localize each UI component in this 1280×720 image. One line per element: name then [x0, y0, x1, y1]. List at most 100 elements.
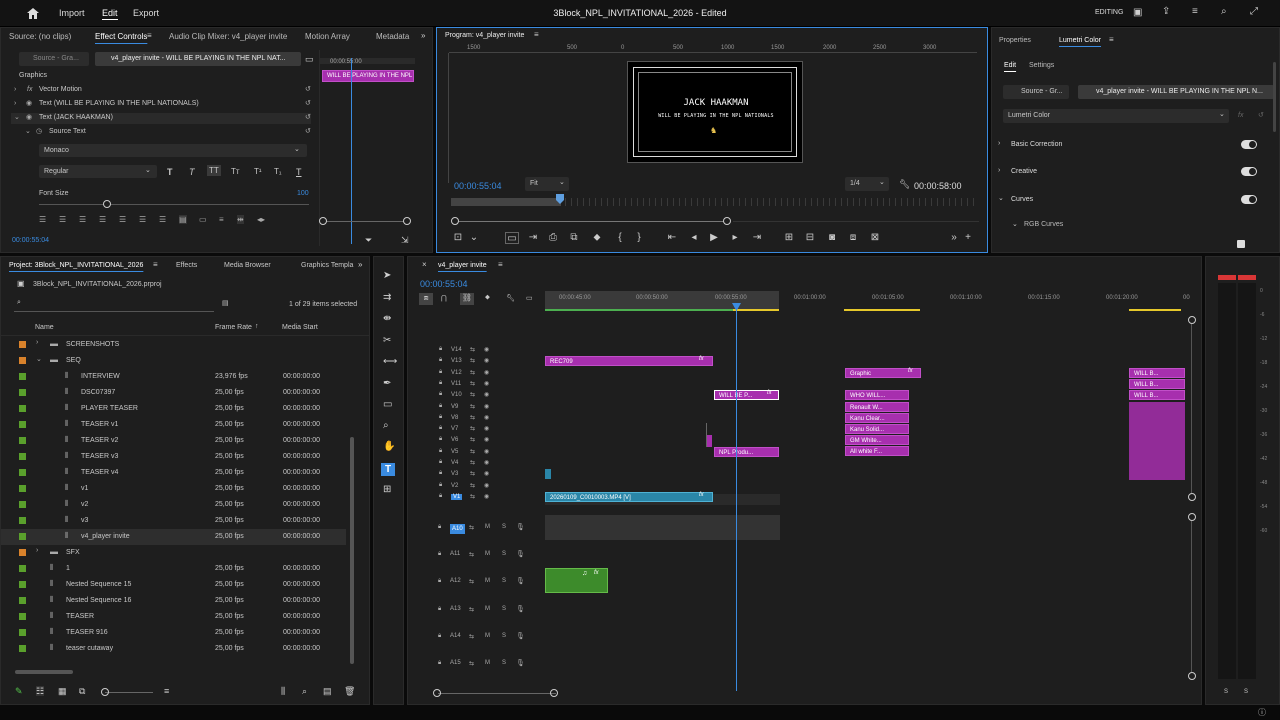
color-label[interactable] — [19, 437, 26, 444]
track-name[interactable]: V12 — [451, 370, 462, 376]
freeform-view-icon[interactable]: ⧉ — [79, 686, 85, 696]
new-bin-icon[interactable]: ▤ — [323, 686, 332, 696]
list-item[interactable]: ⫴ TEASER v3 25,00 fps 00:00:00:00 — [1, 449, 346, 465]
color-label[interactable] — [19, 645, 26, 652]
fullscreen-icon[interactable]: ⤢ — [1250, 7, 1258, 17]
sync-lock-icon[interactable]: ⇆ — [470, 448, 475, 455]
clip-renault[interactable]: Renault W... — [845, 402, 909, 412]
mark-in-icon[interactable]: { — [613, 232, 627, 244]
timeline-zoom-right[interactable] — [550, 689, 558, 697]
justify-icon[interactable]: ☰ — [99, 215, 106, 224]
subscript-icon[interactable]: T₁ — [274, 167, 282, 176]
sort-icon[interactable]: ≡ — [164, 686, 169, 696]
align-left-icon[interactable]: ☰ — [39, 215, 46, 224]
color-label[interactable] — [19, 405, 26, 412]
clip-selector[interactable]: v4_player invite - WILL BE PLAYING IN TH… — [95, 52, 301, 66]
tab-source[interactable]: Source: (no clips) — [9, 32, 71, 41]
tab-properties[interactable]: Properties — [999, 37, 1031, 44]
smallcaps-icon[interactable]: Tт — [231, 167, 240, 176]
video-track-header[interactable]: 🔒︎ V6 ⇆ ◉ — [408, 435, 548, 446]
zoom-slider[interactable] — [105, 692, 153, 693]
multicam-icon[interactable]: ⧈ — [846, 232, 860, 244]
list-item[interactable]: ⫴ v3 25,00 fps 00:00:00:00 — [1, 513, 346, 529]
filter-icon[interactable]: ⏷ — [365, 235, 372, 245]
timeline-zoom-track[interactable] — [438, 693, 556, 694]
quality-dropdown[interactable]: 1/4 ⌄ — [845, 177, 889, 191]
mute-button[interactable]: M — [485, 660, 490, 666]
reset-icon[interactable]: ↺ — [305, 127, 311, 135]
captions-icon[interactable]: ▭ — [526, 294, 533, 302]
clip-will-b-2[interactable]: WILL B... — [1129, 379, 1185, 389]
allcaps-icon[interactable]: TT — [207, 165, 221, 176]
justify-all-icon[interactable]: ☰ — [159, 215, 166, 224]
sync-lock-icon[interactable]: ⇆ — [470, 380, 475, 387]
reset-icon[interactable]: ↺ — [305, 85, 311, 93]
list-item[interactable]: › ▬ SFX — [1, 545, 346, 561]
effect-vector-motion[interactable]: › fx Vector Motion ↺ — [11, 85, 311, 96]
list-item[interactable]: ⫴ TEASER 25,00 fps 00:00:00:00 — [1, 609, 346, 625]
lock-icon[interactable]: 🔒︎ — [439, 436, 442, 443]
audio-track-header[interactable]: 🔒︎ A13 ⇆ M S 🎙︎ — [408, 605, 548, 616]
underline-icon[interactable]: T — [296, 167, 302, 177]
mini-playhead[interactable] — [351, 58, 352, 244]
lock-icon[interactable]: 🔒︎ — [439, 459, 442, 466]
video-frame[interactable]: JACK HAAKMAN WILL BE PLAYING IN THE NPL … — [627, 61, 803, 163]
font-size-value[interactable]: 100 — [297, 190, 309, 197]
solo-button[interactable]: S — [502, 606, 506, 612]
workspace-label[interactable]: EDITING — [1095, 9, 1123, 16]
share-icon[interactable]: ⇪ — [1162, 7, 1170, 17]
clip-small-pink[interactable] — [707, 435, 712, 447]
lock-icon[interactable]: 🔒︎ — [439, 380, 442, 387]
audio-track-header[interactable]: 🔒︎ A10 ⇆ M S 🎙︎ — [408, 523, 548, 534]
clip-gm-white[interactable]: GM White... — [845, 435, 909, 445]
zoom-handle-left[interactable] — [319, 217, 327, 225]
lock-icon[interactable]: 🔒︎ — [438, 633, 441, 640]
track-name[interactable]: V6 — [451, 437, 458, 443]
audio-scroll-handle-top[interactable] — [1188, 513, 1196, 521]
clip-npl-production[interactable]: NPL Produ... — [714, 447, 779, 457]
caption-tool-icon[interactable]: ⊞ — [383, 485, 391, 495]
curves-toggle[interactable] — [1241, 195, 1257, 204]
close-icon[interactable]: × — [422, 260, 427, 270]
step-back-icon[interactable]: ◂ — [687, 232, 701, 244]
snap-icon[interactable]: ⋂ — [441, 294, 447, 302]
subsection-rgb-curves[interactable]: ⌄ RGB Curves — [1012, 220, 1212, 232]
sync-lock-icon[interactable]: ⇆ — [470, 459, 475, 466]
text-top-icon[interactable]: ▤ — [179, 215, 187, 224]
kerning-icon[interactable]: ◂▸ — [257, 215, 265, 224]
tab-menu-icon[interactable]: ≡ — [498, 260, 503, 270]
project-search-input[interactable] — [14, 299, 214, 312]
solo-button[interactable]: S — [502, 578, 506, 584]
track-select-tool-icon[interactable]: ⇉ — [383, 293, 391, 303]
color-label[interactable] — [19, 469, 26, 476]
sync-lock-icon[interactable]: ⇆ — [470, 425, 475, 432]
tab-menu-icon[interactable]: ≡ — [1109, 35, 1114, 45]
sync-lock-icon[interactable]: ⇆ — [469, 660, 474, 667]
step-forward-icon[interactable]: ▸ — [728, 232, 742, 244]
settings-icon[interactable]: 🔧︎ — [506, 294, 515, 302]
ripple-edit-tool-icon[interactable]: ⇼ — [383, 314, 391, 324]
eye-icon[interactable]: ◉ — [484, 403, 489, 410]
eye-icon[interactable]: ◉ — [484, 414, 489, 421]
track-name[interactable]: V9 — [451, 404, 458, 410]
checkbox-icon[interactable] — [1237, 240, 1245, 248]
zoom-handle-right[interactable] — [403, 217, 411, 225]
comparison-view-icon[interactable]: ▭ — [505, 232, 519, 244]
automate-icon[interactable]: ⫼ — [281, 686, 285, 696]
track-name[interactable]: A14 — [450, 633, 461, 639]
find-icon[interactable]: ⌕ — [302, 686, 307, 696]
more-tabs-icon[interactable]: » — [421, 31, 425, 41]
clip-stack-pink[interactable] — [1129, 402, 1185, 480]
color-label[interactable] — [19, 581, 26, 588]
pencil-icon[interactable]: ✎ — [15, 686, 23, 696]
eye-icon[interactable]: ◉ — [484, 357, 489, 364]
trash-icon[interactable]: 🗑︎ — [344, 686, 355, 696]
icon-view-icon[interactable]: ▦ — [58, 686, 67, 696]
audio-track-header[interactable]: 🔒︎ A14 ⇆ M S 🎙︎ — [408, 632, 548, 643]
zoom-bar-left-handle[interactable] — [451, 217, 459, 225]
color-label[interactable] — [19, 629, 26, 636]
list-item[interactable]: › ▬ SCREENSHOTS — [1, 337, 346, 353]
eye-icon[interactable]: ◉ — [484, 448, 489, 455]
selection-tool-icon[interactable]: ➤ — [383, 271, 391, 281]
stopwatch-icon[interactable]: ◷ — [36, 127, 42, 135]
